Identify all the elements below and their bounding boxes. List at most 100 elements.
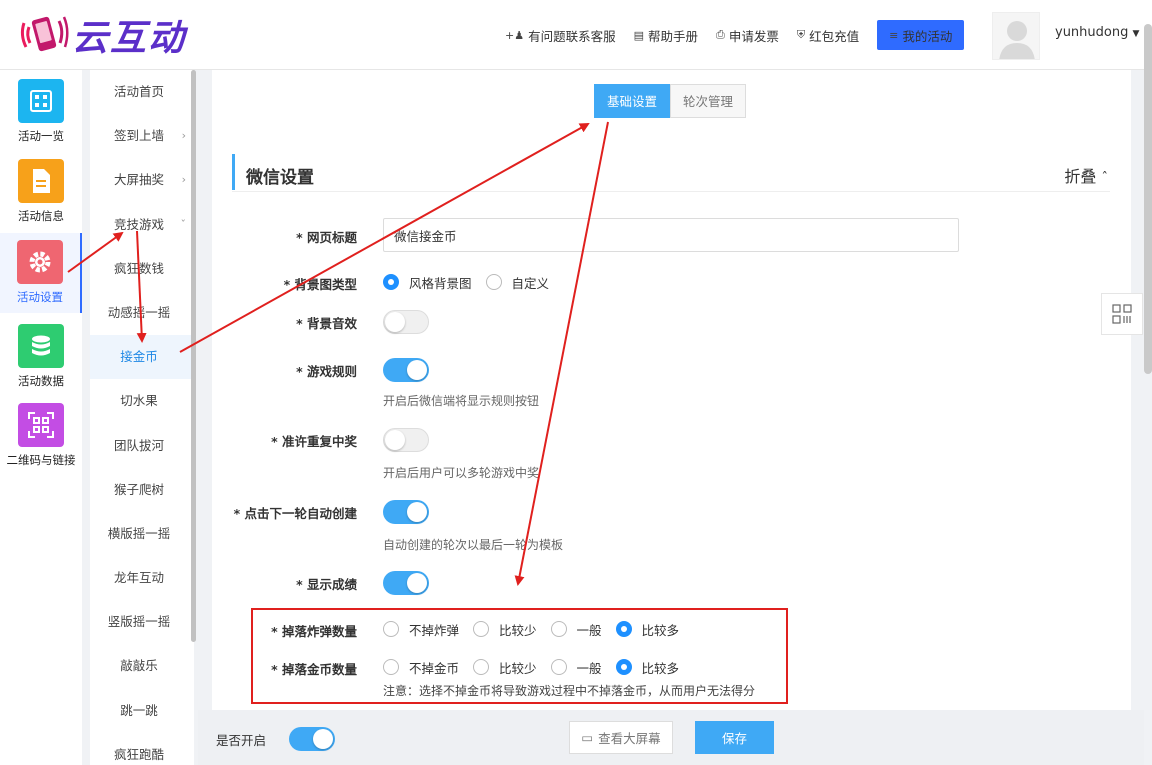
row-repeat-win: * 准许重复中奖 开启后用户可以多轮游戏中奖 bbox=[212, 428, 1131, 480]
settings-tabs: 基础设置 轮次管理 bbox=[594, 84, 747, 118]
page-title-input[interactable] bbox=[383, 218, 959, 252]
submenu-item-checkin-wall[interactable]: 签到上墙 › bbox=[90, 114, 194, 158]
qrcode-icon bbox=[1112, 304, 1132, 324]
repeat-win-label: * 准许重复中奖 bbox=[271, 434, 357, 449]
grid-icon bbox=[18, 79, 64, 123]
submenu-item-fruit-cut[interactable]: 切水果 bbox=[90, 379, 194, 423]
repeat-win-hint: 开启后用户可以多轮游戏中奖 bbox=[383, 466, 540, 480]
save-button[interactable]: 保存 bbox=[695, 721, 774, 754]
submenu-item-knock[interactable]: 敲敲乐 bbox=[90, 644, 194, 688]
top-nav: +♟ 有问题联系客服 ▤ 帮助手册 ⎙ 申请发票 ⛨ 红包充值 ≡ 我的活动 bbox=[505, 20, 982, 50]
submenu-item-dragon-year[interactable]: 龙年互动 bbox=[90, 556, 194, 600]
row-game-rules: * 游戏规则 开启后微信端将显示规则按钮 bbox=[212, 358, 1131, 408]
list-icon: ≡ bbox=[889, 28, 899, 42]
icon-sidebar: 活动一览 活动信息 活动设置 活动数据 二维码与链接 bbox=[0, 70, 82, 765]
radio-style-bg[interactable]: 风格背景图 bbox=[383, 273, 472, 292]
gear-icon bbox=[17, 240, 63, 284]
view-big-screen-button[interactable]: ▭ 查看大屏幕 bbox=[569, 721, 673, 754]
submenu-item-vertical-shake[interactable]: 竖版摇一摇 bbox=[90, 600, 194, 644]
submenu-item-home[interactable]: 活动首页 bbox=[90, 70, 194, 114]
phone-logo-icon bbox=[18, 13, 70, 57]
enable-toggle[interactable] bbox=[289, 727, 335, 751]
main-panel: 基础设置 轮次管理 微信设置 折叠 ˆ * 网页标题 * 背景图类型 风格背景图… bbox=[212, 70, 1131, 710]
row-show-score: * 显示成绩 bbox=[212, 571, 1131, 595]
chevron-right-icon: › bbox=[181, 173, 186, 187]
top-header: 云互动 +♟ 有问题联系客服 ▤ 帮助手册 ⎙ 申请发票 ⛨ 红包充值 ≡ 我的活动 yu… bbox=[0, 0, 1152, 70]
toggle-knob bbox=[385, 430, 405, 450]
brand-name: 云互动 bbox=[72, 18, 187, 59]
section-accent-bar bbox=[232, 154, 235, 190]
bg-music-label: * 背景音效 bbox=[296, 316, 357, 331]
invoice-link[interactable]: ⎙ 申请发票 bbox=[716, 26, 779, 45]
username-dropdown[interactable]: yunhudong ▼ bbox=[1055, 25, 1139, 40]
qrcode-icon bbox=[18, 403, 64, 447]
sidebar-item-activity-info[interactable]: 活动信息 bbox=[0, 159, 82, 224]
database-icon bbox=[18, 324, 64, 368]
printer-icon: ⎙ bbox=[716, 28, 725, 41]
chevron-right-icon: › bbox=[181, 129, 186, 143]
sidebar-item-activity-list[interactable]: 活动一览 bbox=[0, 79, 82, 144]
repeat-win-toggle[interactable] bbox=[383, 428, 429, 452]
sidebar-item-activity-settings[interactable]: 活动设置 bbox=[0, 233, 82, 313]
add-user-icon: +♟ bbox=[505, 28, 525, 42]
my-activity-button[interactable]: ≡ 我的活动 bbox=[877, 20, 965, 50]
toggle-knob bbox=[407, 502, 427, 522]
game-rules-label: * 游戏规则 bbox=[296, 364, 357, 379]
auto-create-toggle[interactable] bbox=[383, 500, 429, 524]
secondary-menu: 活动首页 签到上墙 › 大屏抽奖 › 竞技游戏 ˇ 疯狂数钱 动感摇一摇 接金币 切水… bbox=[90, 70, 194, 765]
toggle-knob bbox=[407, 573, 427, 593]
help-manual-link[interactable]: ▤ 帮助手册 bbox=[634, 26, 698, 45]
game-rules-toggle[interactable] bbox=[383, 358, 429, 382]
highlight-box bbox=[251, 608, 788, 704]
submenu-item-jump[interactable]: 跳一跳 bbox=[90, 689, 194, 733]
bg-type-label: * 背景图类型 bbox=[283, 277, 357, 292]
radio-unchecked-icon bbox=[485, 274, 502, 290]
document-icon bbox=[18, 159, 64, 203]
contact-support-link[interactable]: +♟ 有问题联系客服 bbox=[505, 26, 616, 45]
fold-toggle[interactable]: 折叠 ˆ bbox=[1064, 163, 1108, 187]
auto-create-hint: 自动创建的轮次以最后一轮为模板 bbox=[383, 538, 564, 552]
chevron-down-icon: ˇ bbox=[180, 217, 187, 231]
show-score-toggle[interactable] bbox=[383, 571, 429, 595]
auto-create-label: * 点击下一轮自动创建 bbox=[233, 506, 357, 521]
toggle-knob bbox=[313, 729, 333, 749]
show-score-label: * 显示成绩 bbox=[296, 577, 357, 592]
qrcode-float-button[interactable] bbox=[1101, 293, 1143, 335]
avatar[interactable] bbox=[992, 12, 1040, 60]
row-auto-create: * 点击下一轮自动创建 自动创建的轮次以最后一轮为模板 bbox=[212, 500, 1131, 552]
logo[interactable]: 云互动 bbox=[18, 10, 186, 60]
submenu-item-lottery[interactable]: 大屏抽奖 › bbox=[90, 158, 194, 202]
chevron-up-icon: ˆ bbox=[1101, 171, 1109, 186]
submenu-item-crazy-money[interactable]: 疯狂数钱 bbox=[90, 247, 194, 291]
bg-type-radio-group: 风格背景图 自定义 bbox=[383, 272, 563, 292]
radio-checked-icon bbox=[383, 274, 399, 290]
tab-round-management[interactable]: 轮次管理 bbox=[670, 84, 747, 118]
submenu-item-parkour[interactable]: 疯狂跑酷 bbox=[90, 733, 194, 765]
submenu-item-tug-of-war[interactable]: 团队拔河 bbox=[90, 424, 194, 468]
radio-custom-bg[interactable]: 自定义 bbox=[485, 273, 549, 292]
page-scrollbar[interactable] bbox=[1144, 24, 1152, 374]
section-header: 微信设置 折叠 ˆ bbox=[232, 154, 1110, 192]
toggle-knob bbox=[407, 360, 427, 380]
book-icon: ▤ bbox=[633, 28, 644, 42]
page-title-label: * 网页标题 bbox=[296, 230, 357, 245]
monitor-icon: ▭ bbox=[581, 730, 594, 745]
bg-music-toggle[interactable] bbox=[383, 310, 429, 334]
submenu-item-monkey-climb[interactable]: 猴子爬树 bbox=[90, 468, 194, 512]
bottom-action-bar: 是否开启 ▭ 查看大屏幕 保存 bbox=[198, 710, 1144, 765]
sidebar-item-qrcode-links[interactable]: 二维码与链接 bbox=[0, 403, 82, 468]
submenu-scrollbar[interactable] bbox=[191, 70, 196, 642]
row-bg-music: * 背景音效 bbox=[212, 310, 1131, 334]
submenu-item-horizontal-shake[interactable]: 横版摇一摇 bbox=[90, 512, 194, 556]
game-rules-hint: 开启后微信端将显示规则按钮 bbox=[383, 394, 540, 408]
tab-basic-settings[interactable]: 基础设置 bbox=[594, 84, 671, 118]
submenu-item-games[interactable]: 竞技游戏 ˇ bbox=[90, 203, 194, 247]
sidebar-item-activity-data[interactable]: 活动数据 bbox=[0, 324, 82, 389]
submenu-item-catch-coins[interactable]: 接金币 bbox=[90, 335, 194, 380]
enable-label: 是否开启 bbox=[216, 733, 267, 748]
shield-icon: ⛨ bbox=[796, 28, 806, 41]
recharge-link[interactable]: ⛨ 红包充值 bbox=[797, 26, 859, 45]
section-title: 微信设置 bbox=[246, 168, 314, 188]
submenu-item-shake[interactable]: 动感摇一摇 bbox=[90, 291, 194, 335]
caret-down-icon: ▼ bbox=[1132, 29, 1140, 39]
